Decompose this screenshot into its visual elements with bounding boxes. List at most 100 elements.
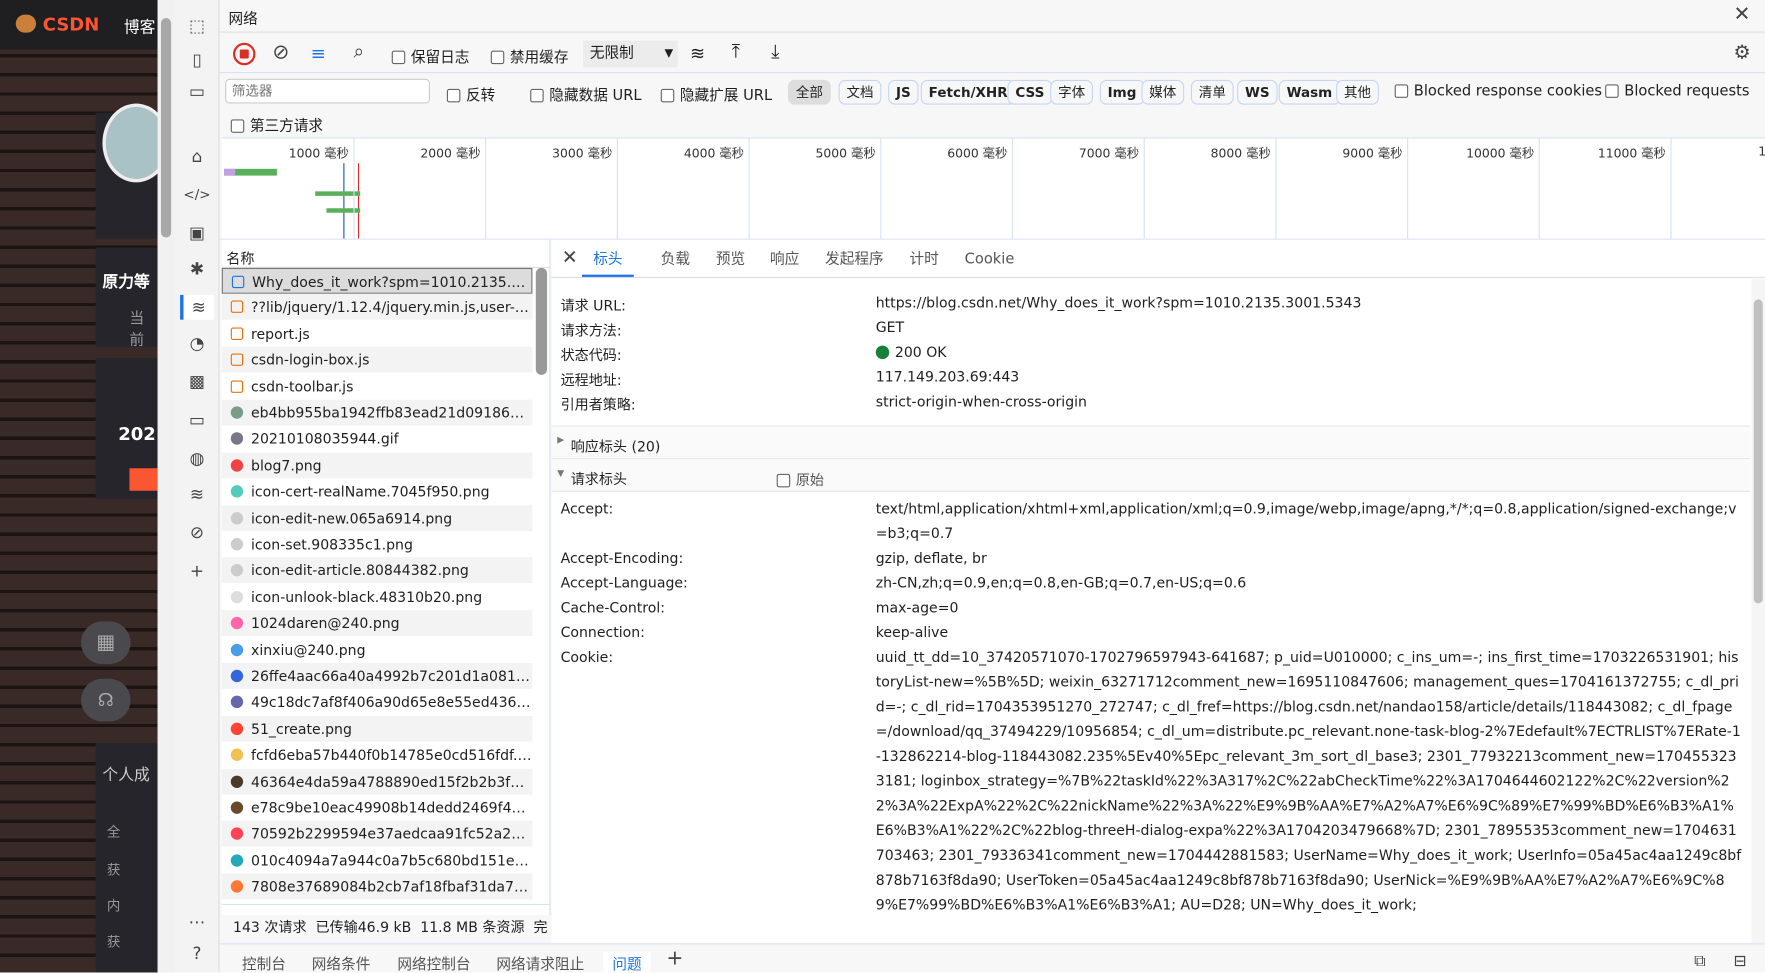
request-row[interactable]: fcfd6eba57b440f0b14785e0cd516fdf.png bbox=[221, 742, 533, 768]
name-column-header[interactable]: 名称 bbox=[226, 247, 254, 268]
drawer-tab-0[interactable]: 控制台 bbox=[242, 952, 286, 973]
hide-data-url-checkbox[interactable]: 隐藏数据 URL bbox=[530, 83, 642, 105]
request-row[interactable]: 46364e4da59a4788890ed15f2b2b3f11.p... bbox=[221, 768, 533, 795]
tab-5[interactable]: 计时 bbox=[910, 242, 939, 277]
record-stop-button[interactable] bbox=[233, 42, 256, 66]
settings-gear-icon[interactable]: ⚙ bbox=[1733, 42, 1750, 65]
request-row[interactable]: icon-set.908335c1.png bbox=[221, 531, 533, 558]
drawer-tab-2[interactable]: 网络控制台 bbox=[397, 952, 470, 973]
request-row[interactable]: 1024daren@240.png bbox=[221, 610, 533, 637]
application-icon[interactable]: ▭ bbox=[183, 407, 210, 432]
request-row[interactable]: 7808e37689084b2cb7af18fbaf31da7d.p... bbox=[221, 873, 533, 900]
filter-other[interactable]: 其他 bbox=[1336, 79, 1379, 105]
dock-icon[interactable]: ▭ bbox=[183, 79, 210, 104]
disable-cache-checkbox[interactable]: 禁用缓存 bbox=[490, 45, 568, 66]
close-icon[interactable]: ✕ bbox=[1733, 2, 1750, 26]
filter-ws[interactable]: WS bbox=[1237, 79, 1278, 105]
filter-wasm[interactable]: Wasm bbox=[1278, 79, 1341, 105]
nav-blog[interactable]: 博客 bbox=[124, 16, 156, 39]
memory-icon[interactable]: ▩ bbox=[183, 369, 210, 394]
request-row[interactable]: xinxiu@240.png bbox=[221, 636, 533, 663]
qrcode-button[interactable]: ▦ bbox=[81, 621, 131, 665]
page-scrollbar[interactable] bbox=[157, 0, 175, 973]
request-row[interactable]: icon-cert-realName.7045f950.png bbox=[221, 478, 533, 505]
request-row[interactable]: 51_create.png bbox=[221, 715, 533, 742]
filter-input[interactable] bbox=[225, 78, 430, 104]
request-row[interactable]: csdn-toolbar.js bbox=[221, 373, 533, 400]
scrollbar-thumb[interactable] bbox=[160, 18, 172, 238]
performance-icon[interactable]: ◔ bbox=[183, 331, 210, 356]
request-row[interactable]: 010c4094a7a944c0a7b5c680bd151eb8.... bbox=[221, 847, 533, 874]
filter-img[interactable]: Img bbox=[1099, 79, 1145, 105]
filter-media[interactable]: 媒体 bbox=[1141, 79, 1185, 105]
drawer-tab-4[interactable]: 问题 bbox=[603, 952, 651, 973]
search-icon[interactable]: ⌕ bbox=[353, 41, 364, 64]
network-conditions-icon[interactable]: ≋ bbox=[183, 482, 210, 507]
request-row[interactable]: 70592b2299594e37aedcaa91fc52a294.p... bbox=[221, 821, 533, 847]
request-row[interactable]: ??lib/jquery/1.12.4/jquery.min.js,user-t… bbox=[221, 294, 533, 321]
request-row[interactable]: 26ffe4aac66a40a4992b7c201d1a081e.p... bbox=[221, 663, 533, 689]
request-row[interactable]: icon-edit-new.065a6914.png bbox=[221, 504, 533, 531]
request-row[interactable]: icon-unlook-black.48310b20.png bbox=[221, 583, 533, 610]
blocked-cookies-checkbox[interactable]: Blocked response cookies bbox=[1394, 83, 1602, 100]
elements-icon[interactable]: </> bbox=[183, 182, 210, 207]
export-har-icon[interactable]: ⤓ bbox=[771, 41, 779, 64]
close-drawer-icon[interactable]: ⊟ bbox=[1733, 952, 1746, 970]
device-toggle-icon[interactable]: ▯ bbox=[183, 47, 210, 72]
request-row[interactable]: csdn-login-box.js bbox=[221, 346, 533, 373]
tab-6[interactable]: Cookie bbox=[965, 242, 1015, 277]
inspect-icon[interactable]: ⬚ bbox=[183, 14, 210, 39]
bug-icon[interactable]: ✱ bbox=[183, 257, 210, 282]
filter-manifest[interactable]: 清单 bbox=[1190, 79, 1234, 105]
preserve-log-checkbox[interactable]: 保留日志 bbox=[391, 45, 469, 66]
response-headers-section[interactable]: ▶ 响应标头 (20) bbox=[551, 426, 1751, 459]
filter-js[interactable]: JS bbox=[888, 79, 919, 105]
blocking-icon[interactable]: ⊘ bbox=[183, 520, 210, 545]
raw-checkbox[interactable]: 原始 bbox=[776, 468, 824, 489]
import-har-icon[interactable]: ⤒ bbox=[732, 41, 740, 64]
tab-0[interactable]: 标头 bbox=[581, 242, 634, 277]
filter-clear-icon[interactable]: ≡ bbox=[311, 43, 326, 64]
headset-icon[interactable]: ☊ bbox=[81, 678, 131, 722]
filter-font[interactable]: 字体 bbox=[1050, 79, 1094, 105]
blocked-requests-checkbox[interactable]: Blocked requests bbox=[1605, 83, 1750, 100]
security-icon[interactable]: ◍ bbox=[183, 446, 210, 471]
add-tool-icon[interactable]: + bbox=[183, 558, 210, 583]
network-icon[interactable]: ≋ bbox=[180, 294, 214, 320]
csdn-logo[interactable]: CSDN bbox=[43, 14, 100, 35]
drawer-tab-1[interactable]: 网络条件 bbox=[312, 952, 371, 973]
tab-3[interactable]: 响应 bbox=[770, 242, 799, 277]
request-row[interactable]: blog7.png bbox=[221, 452, 533, 479]
request-headers-section[interactable]: ▼ 请求标头 原始 bbox=[551, 459, 1751, 491]
hide-extension-url-checkbox[interactable]: 隐藏扩展 URL bbox=[660, 83, 772, 105]
request-row[interactable]: report.js bbox=[221, 320, 533, 347]
filter-fetch-xhr[interactable]: Fetch/XHR bbox=[920, 79, 1016, 105]
add-drawer-tab-icon[interactable]: + bbox=[666, 947, 683, 971]
help-icon[interactable]: ? bbox=[183, 941, 210, 966]
request-row[interactable]: icon-edit-article.80844382.png bbox=[221, 557, 533, 584]
tab-4[interactable]: 发起程序 bbox=[825, 242, 884, 277]
drawer-tab-3[interactable]: 网络请求阻止 bbox=[496, 952, 584, 973]
request-row[interactable]: Why_does_it_work?spm=1010.2135.300... bbox=[221, 267, 533, 294]
more-icon[interactable]: ⋯ bbox=[183, 910, 210, 935]
request-list-scrollbar[interactable] bbox=[535, 267, 548, 375]
home-icon[interactable]: ⌂ bbox=[183, 144, 210, 169]
tab-1[interactable]: 负载 bbox=[661, 242, 690, 277]
dock-drawer-icon[interactable]: ⧉ bbox=[1694, 952, 1705, 970]
throttle-select[interactable]: 无限制 ▼ bbox=[583, 40, 678, 68]
filter-all[interactable]: 全部 bbox=[787, 79, 831, 105]
invert-checkbox[interactable]: 反转 bbox=[446, 83, 495, 105]
third-party-checkbox[interactable]: 第三方请求 bbox=[230, 114, 323, 135]
network-settings-icon[interactable]: ≋ bbox=[690, 43, 705, 64]
request-row[interactable]: 20210108035944.gif bbox=[221, 425, 533, 452]
request-row[interactable]: eb4bb955ba1942ffb83ead21d0918646_... bbox=[221, 399, 533, 426]
request-row[interactable]: 49c18dc7af8f406a90d65e8e55ed4360.p... bbox=[221, 689, 533, 716]
clear-icon[interactable]: ⊘ bbox=[272, 41, 289, 65]
filter-doc[interactable]: 文档 bbox=[838, 79, 882, 105]
request-row[interactable]: e78c9be10eac49908b14dedd2469f47a.... bbox=[221, 794, 533, 821]
details-scrollbar[interactable] bbox=[1751, 279, 1765, 944]
console-icon[interactable]: ▣ bbox=[183, 221, 210, 246]
tab-2[interactable]: 预览 bbox=[716, 242, 745, 277]
close-details-icon[interactable]: ✕ bbox=[562, 247, 578, 270]
filter-css[interactable]: CSS bbox=[1007, 79, 1053, 105]
